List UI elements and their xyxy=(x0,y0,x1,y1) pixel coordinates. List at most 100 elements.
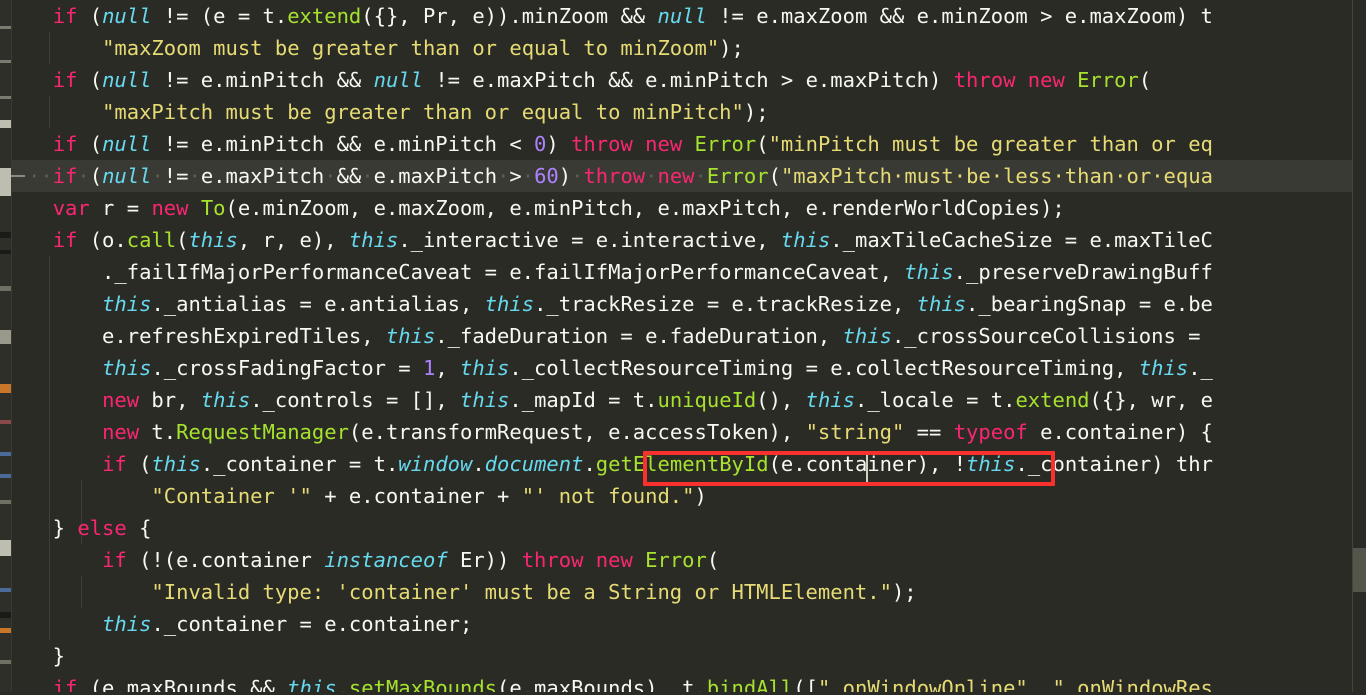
code-token-ws: · xyxy=(497,164,510,188)
code-line[interactable]: this._crossFadingFactor = 1, this._colle… xyxy=(11,352,1352,384)
code-token-fn: Error xyxy=(645,548,707,572)
code-token-kw: if xyxy=(102,548,127,572)
code-token-pl: ._crossFadingFactor = xyxy=(151,356,423,380)
code-token-kw: if xyxy=(52,164,78,188)
code-token-pl: ( xyxy=(768,164,781,188)
code-lines-container: if (null != (e = t.extend({}, Pr, e)).mi… xyxy=(11,0,1352,695)
code-token-kw: throw new xyxy=(953,68,1065,92)
code-token-kw: throw new xyxy=(521,548,633,572)
code-line[interactable]: var r = new To(e.minZoom, e.maxZoom, e.m… xyxy=(11,192,1352,224)
code-token-lit: null xyxy=(102,4,152,28)
code-token-pl: (e.minZoom, e.maxZoom, e.minPitch, e.max… xyxy=(225,196,1065,220)
code-token-pl: br, xyxy=(139,388,201,412)
code-token-pl: ._maxTileCacheSize = e.maxTileC xyxy=(830,228,1213,252)
code-token-pl: != e.minPitch && e.minPitch < xyxy=(151,132,535,156)
code-token-pl: != e.maxZoom && e.minZoom > e.maxZoom) t xyxy=(706,4,1213,28)
code-token-pl: ._interactive = e.interactive, xyxy=(398,228,781,252)
overview-ruler-mark xyxy=(0,660,11,664)
code-token-lit: this xyxy=(385,324,436,348)
code-token-pl: ) xyxy=(694,484,707,508)
code-token-pl: r = xyxy=(89,196,152,220)
vertical-scrollbar-thumb[interactable] xyxy=(1353,548,1366,592)
overview-ruler-mark xyxy=(0,286,11,291)
code-token-str: "Invalid type: 'container' must be a Str… xyxy=(151,580,892,604)
code-token-lit: this xyxy=(780,228,831,252)
code-line[interactable]: ._failIfMajorPerformanceCaveat = e.failI… xyxy=(11,256,1352,288)
code-line[interactable]: "Invalid type: 'container' must be a Str… xyxy=(11,576,1352,608)
code-line[interactable]: "Container '" + e.container + "' not fou… xyxy=(11,480,1352,512)
code-token-lit: this xyxy=(102,292,152,316)
code-token-lit: null xyxy=(102,68,152,92)
code-token-pl: . xyxy=(472,452,485,476)
code-token-fn: call xyxy=(126,228,177,252)
code-token-lit: this xyxy=(916,292,967,316)
code-line[interactable]: e.refreshExpiredTiles, this._fadeDuratio… xyxy=(11,320,1352,352)
code-token-lit: null xyxy=(102,132,152,156)
code-token-lit: this xyxy=(904,260,954,284)
code-token-pl: , r, e), xyxy=(237,228,349,252)
code-token-pl: } xyxy=(28,516,78,540)
code-token-pl: t. xyxy=(139,420,177,444)
code-line[interactable]: new br, this._controls = [], this._mapId… xyxy=(11,384,1352,416)
code-token-kw: var xyxy=(52,196,90,220)
code-token-pl: ._container = t. xyxy=(200,452,399,476)
code-viewport[interactable]: if (null != (e = t.extend({}, Pr, e)).mi… xyxy=(11,0,1352,695)
code-token-pl: ); xyxy=(891,580,917,604)
code-token-lit: this xyxy=(484,292,535,316)
code-line[interactable]: this._container = e.container; xyxy=(11,608,1352,640)
code-token-pl: ._ xyxy=(1188,356,1213,380)
code-line-active[interactable]: ··if·(null·!=·e.maxPitch·&&·e.maxPitch·>… xyxy=(11,160,1352,192)
code-line[interactable]: new t.RequestManager(e.transformRequest,… xyxy=(11,416,1352,448)
overview-ruler-mark xyxy=(0,420,11,424)
code-token-kw: if xyxy=(52,132,78,156)
code-token-pl: ._mapId = t. xyxy=(509,388,658,412)
code-editor-window: if (null != (e = t.extend({}, Pr, e)).mi… xyxy=(0,0,1366,695)
code-token-pl: + e.container + xyxy=(311,484,522,508)
code-token-lit: this xyxy=(966,452,1016,476)
code-line[interactable]: if (null != (e = t.extend({}, Pr, e)).mi… xyxy=(11,0,1352,32)
code-token-pl: > xyxy=(509,164,522,188)
code-token-kw: if xyxy=(52,228,78,252)
code-token-lit: this xyxy=(460,388,510,412)
code-line[interactable]: if (o.call(this, r, e), this._interactiv… xyxy=(11,224,1352,256)
code-token-pu: ( xyxy=(77,4,103,28)
code-line[interactable]: } else { xyxy=(11,512,1352,544)
code-token-ws: · xyxy=(571,164,584,188)
code-token-fn: To xyxy=(200,196,226,220)
code-line[interactable]: } xyxy=(11,640,1352,672)
code-token-fn: Error xyxy=(694,132,757,156)
code-line[interactable]: "maxPitch must be greater than or equal … xyxy=(11,96,1352,128)
overview-ruler-mark xyxy=(0,330,11,344)
code-token-fn: Error xyxy=(1077,68,1139,92)
code-token-pl: ._collectResourceTiming = e.collectResou… xyxy=(509,356,1139,380)
code-token-kw: if xyxy=(52,4,78,28)
code-line[interactable]: if (this._container = t.window.document.… xyxy=(11,448,1352,480)
code-token-pl: . xyxy=(583,452,596,476)
code-line[interactable]: "maxZoom must be greater than or equal t… xyxy=(11,32,1352,64)
code-line[interactable]: if (null != e.minPitch && null != e.maxP… xyxy=(11,64,1352,96)
code-token-ws: · xyxy=(645,164,658,188)
code-token-fn: RequestManager xyxy=(176,420,349,444)
code-token-str: "maxPitch must be greater than or equal … xyxy=(102,100,744,124)
code-token-pl: ._preserveDrawingBuff xyxy=(953,260,1213,284)
code-token-pl: && xyxy=(336,164,362,188)
code-token-pl: ._failIfMajorPerformanceCaveat = e.failI… xyxy=(28,260,905,284)
code-token-ws: · xyxy=(77,164,90,188)
code-token-fn: extend xyxy=(287,4,362,28)
code-token-kw: else xyxy=(77,516,127,540)
code-line[interactable]: if (null != e.minPitch && e.minPitch < 0… xyxy=(11,128,1352,160)
code-token-pl: (o. xyxy=(77,228,127,252)
code-line[interactable]: if (!(e.container instanceof Er)) throw … xyxy=(11,544,1352,576)
overview-ruler-mark xyxy=(0,612,11,618)
code-token-lit: this xyxy=(102,612,152,636)
code-line[interactable]: this._antialias = e.antialias, this._tra… xyxy=(11,288,1352,320)
code-token-pl: (), xyxy=(756,388,806,412)
code-token-pl: (e.transformRequest, e.accessToken), xyxy=(348,420,806,444)
vertical-scrollbar-rail[interactable] xyxy=(1353,0,1366,695)
code-token-num: 60 xyxy=(534,164,559,188)
